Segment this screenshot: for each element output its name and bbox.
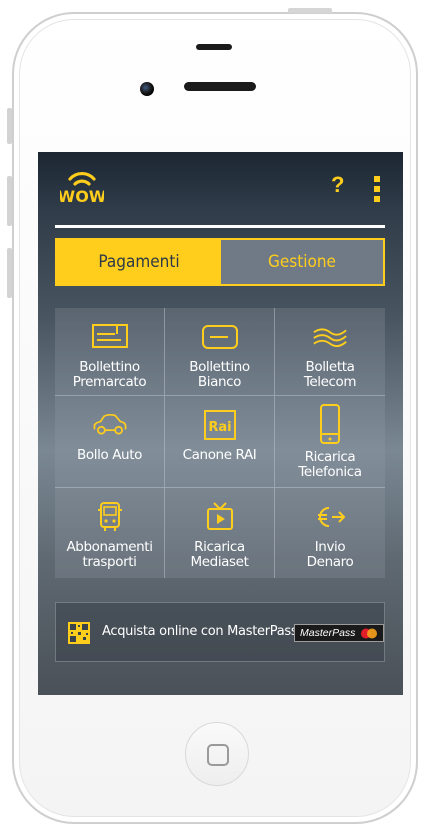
home-square-icon [207, 744, 229, 766]
front-camera [140, 82, 154, 96]
earpiece-speaker [184, 82, 256, 91]
car-icon [91, 406, 129, 444]
tab-bar: Pagamenti Gestione [55, 238, 385, 286]
service-label: Bollettino Premarcato [72, 359, 147, 390]
qr-code-icon [68, 622, 90, 644]
vertical-dots-icon[interactable] [374, 176, 380, 202]
svg-text:Rai: Rai [208, 420, 231, 435]
header-divider [55, 225, 385, 228]
volume-down-button [7, 248, 12, 298]
service-label: Ricarica Mediaset [190, 539, 249, 570]
mute-switch [7, 108, 12, 144]
tv-icon [201, 498, 239, 536]
help-button[interactable]: ? [331, 174, 344, 196]
tab-pagamenti[interactable]: Pagamenti [57, 240, 221, 284]
service-label: Ricarica Telefonica [298, 449, 362, 480]
service-label: Bolletta Telecom [303, 359, 357, 390]
wow-logo: WOW [60, 172, 104, 205]
service-invio-denaro[interactable]: Invio Denaro [275, 488, 385, 578]
service-bolletta-telecom[interactable]: Bolletta Telecom [275, 308, 385, 396]
power-button [288, 8, 332, 13]
service-ricarica-mediaset[interactable]: Ricarica Mediaset [165, 488, 275, 578]
bus-icon [91, 498, 129, 536]
service-label: Invio Denaro [306, 539, 354, 570]
blank-slip-icon [201, 318, 239, 356]
home-button[interactable] [185, 722, 249, 786]
service-label: Bollo Auto [77, 447, 142, 463]
rai-logo-icon: Rai [201, 406, 239, 444]
service-label: Canone RAI [182, 447, 257, 463]
masterpass-badge[interactable]: MasterPass [294, 624, 384, 642]
service-bollettino-bianco[interactable]: Bollettino Bianco [165, 308, 275, 396]
service-ricarica-telefonica[interactable]: Ricarica Telefonica [275, 396, 385, 488]
euro-transfer-icon [311, 498, 349, 536]
phone-icon [311, 402, 349, 446]
telecom-waves-icon [311, 318, 349, 356]
logo-text: WOW [60, 187, 104, 205]
volume-up-button [7, 176, 12, 226]
masterpass-badge-label: MasterPass [300, 627, 356, 639]
prefilled-slip-icon [91, 318, 129, 356]
service-canone-rai[interactable]: Rai Canone RAI [165, 396, 275, 488]
service-label: Abbonamenti trasporti [66, 539, 153, 570]
mastercard-circles-icon [361, 628, 377, 639]
tab-gestione[interactable]: Gestione [221, 240, 383, 284]
service-label: Bollettino Bianco [189, 359, 250, 390]
service-bollo-auto[interactable]: Bollo Auto [55, 396, 165, 488]
app-screen: WOW ? Pagamenti Gestione Bollettino Prema… [38, 152, 403, 695]
service-abbonamenti-trasporti[interactable]: Abbonamenti trasporti [55, 488, 165, 578]
masterpass-text: Acquista online con MasterPass [102, 624, 298, 639]
services-grid: Bollettino Premarcato Bollettino Bianco Bo… [55, 308, 385, 578]
service-bollettino-premarcato[interactable]: Bollettino Premarcato [55, 308, 165, 396]
masterpass-banner[interactable]: Acquista online con MasterPass MasterPas… [55, 602, 385, 662]
top-notch [196, 44, 232, 50]
